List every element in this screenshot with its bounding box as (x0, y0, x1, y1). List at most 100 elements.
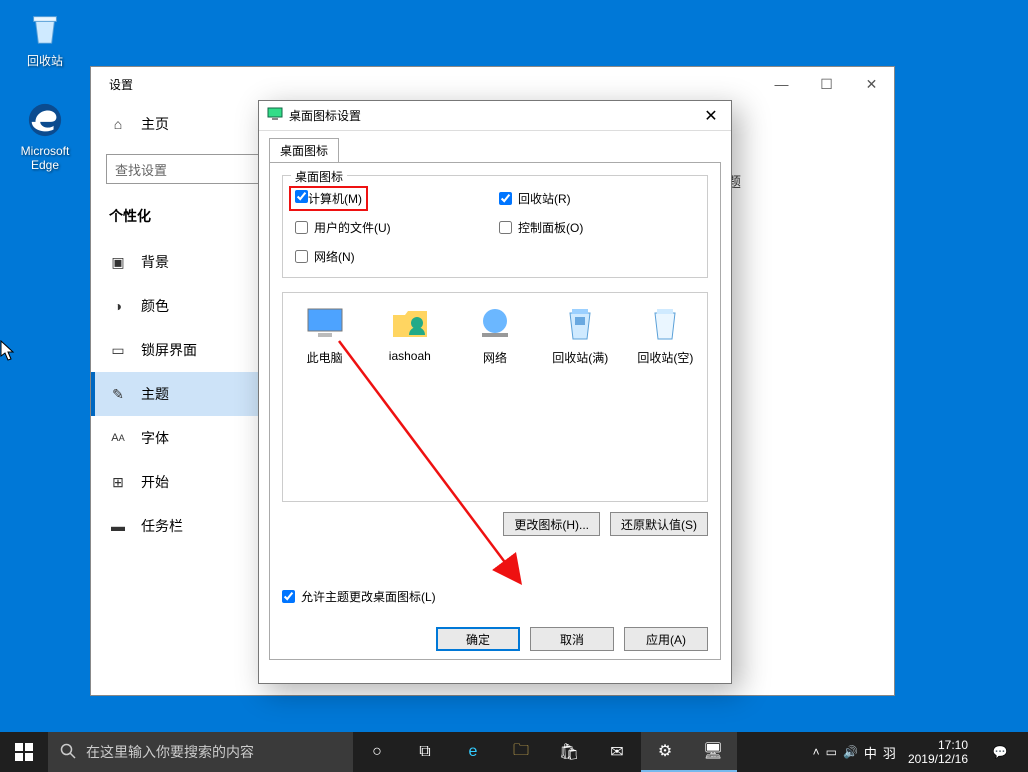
search-icon (60, 743, 76, 762)
sidebar-item-background[interactable]: ▣ 背景 (91, 240, 261, 284)
mouse-cursor (0, 340, 16, 362)
monitor-icon: 🖥 (703, 741, 723, 761)
taskbar-icon: ▬ (109, 517, 127, 535)
tray-chevron-icon[interactable]: ˄ (813, 745, 820, 759)
dialog-title: 桌面图标设置 (289, 107, 361, 124)
desktop-icon-recycle-bin[interactable]: 回收站 (10, 8, 80, 69)
palette-icon: ◑ (109, 297, 127, 315)
checkbox-control-panel[interactable]: 控制面板(O) (499, 219, 695, 236)
tray-notifications[interactable]: 💬 (980, 745, 1020, 759)
settings-sidebar: ⌂ 主页 查找设置 个性化 ▣ 背景 ◑ 颜色 ▭ 锁屏界面 ✎ 主题 (91, 101, 261, 695)
icon-cell-user[interactable]: iashoah (378, 303, 441, 366)
windows-icon (15, 743, 33, 761)
dialog-titlebar[interactable]: 桌面图标设置 ✕ (259, 101, 731, 131)
sidebar-item-label: 颜色 (141, 296, 169, 316)
edge-icon (25, 100, 65, 140)
icon-label: 回收站(满) (552, 351, 608, 365)
dialog-close-button[interactable]: ✕ (691, 102, 731, 130)
tray-ime-2[interactable]: 羽 (883, 743, 896, 762)
system-tray: ˄ ▭ 🔊 中 羽 17:10 2019/12/16 💬 (813, 738, 1028, 767)
sidebar-item-label: 主题 (141, 384, 169, 404)
clock-date: 2019/12/16 (908, 752, 968, 766)
sidebar-item-themes[interactable]: ✎ 主题 (91, 372, 261, 416)
checkbox-user-files[interactable]: 用户的文件(U) (295, 219, 491, 236)
icon-cell-this-pc[interactable]: 此电脑 (293, 303, 356, 366)
desktop-icon-label: 回收站 (10, 52, 80, 69)
sidebar-item-colors[interactable]: ◑ 颜色 (91, 284, 261, 328)
icon-label: 网络 (483, 351, 507, 365)
minimize-button[interactable]: — (759, 67, 804, 101)
gear-icon: ⚙ (658, 741, 672, 761)
taskbar-mail[interactable]: ✉ (593, 732, 641, 772)
edge-icon: e (469, 743, 478, 761)
settings-title: 设置 (109, 76, 133, 93)
tray-clock[interactable]: 17:10 2019/12/16 (902, 738, 974, 767)
font-icon: AA (109, 429, 127, 447)
cortana-icon: ○ (372, 743, 382, 761)
taskview-icon: ⧉ (419, 743, 430, 761)
icon-label: 回收站(空) (637, 351, 693, 365)
taskbar-display-app[interactable]: 🖥 (689, 732, 737, 772)
taskbar-search[interactable]: 在这里输入你要搜索的内容 (48, 732, 353, 772)
taskbar: 在这里输入你要搜索的内容 ○ ⧉ e 🗀 🛍 ✉ ⚙ 🖥 ˄ ▭ 🔊 中 羽 1… (0, 732, 1028, 772)
taskbar-taskview[interactable]: ⧉ (401, 732, 449, 772)
desktop-icons-group: 桌面图标 计算机(M) 回收站(R) 用户的文件(U) 控制面板(O) 网络(N… (282, 175, 708, 278)
sidebar-section-title: 个性化 (91, 202, 261, 240)
settings-titlebar[interactable]: 设置 — ☐ ✕ (91, 67, 894, 101)
checkbox-allow-theme[interactable]: 允许主题更改桌面图标(L) (282, 588, 436, 605)
taskbar-store[interactable]: 🛍 (545, 732, 593, 772)
sidebar-item-fonts[interactable]: AA 字体 (91, 416, 261, 460)
checkbox-network[interactable]: 网络(N) (295, 248, 491, 265)
maximize-button[interactable]: ☐ (804, 67, 849, 101)
sidebar-item-label: 开始 (141, 472, 169, 492)
start-button[interactable] (0, 732, 48, 772)
start-icon: ⊞ (109, 473, 127, 491)
lockscreen-icon: ▭ (109, 341, 127, 359)
sidebar-home[interactable]: ⌂ 主页 (91, 106, 261, 142)
tray-ime-1[interactable]: 中 (864, 743, 877, 762)
cancel-button[interactable]: 取消 (530, 627, 614, 651)
checkbox-recycle-bin[interactable]: 回收站(R) (499, 190, 695, 207)
icon-cell-network[interactable]: 网络 (463, 303, 526, 366)
icon-cell-recycle-full[interactable]: 回收站(满) (549, 303, 612, 366)
apply-button[interactable]: 应用(A) (624, 627, 708, 651)
store-icon: 🛍 (559, 742, 579, 762)
clock-time: 17:10 (908, 738, 968, 752)
recycle-full-icon (560, 303, 600, 343)
sidebar-item-label: 任务栏 (141, 516, 183, 536)
sidebar-item-start[interactable]: ⊞ 开始 (91, 460, 261, 504)
sidebar-item-label: 背景 (141, 252, 169, 272)
network-icon (475, 303, 515, 343)
tray-volume-icon[interactable]: 🔊 (843, 745, 858, 759)
desktop-icon-label: Microsoft Edge (10, 144, 80, 172)
taskbar-settings[interactable]: ⚙ (641, 732, 689, 772)
recycle-empty-icon (645, 303, 685, 343)
sidebar-item-label: 字体 (141, 428, 169, 448)
taskbar-edge[interactable]: e (449, 732, 497, 772)
folder-icon: 🗀 (513, 739, 529, 766)
icon-label: iashoah (389, 349, 431, 363)
search-placeholder: 查找设置 (115, 160, 167, 179)
mail-icon: ✉ (610, 742, 623, 762)
theme-icon: ✎ (109, 385, 127, 403)
sidebar-item-lockscreen[interactable]: ▭ 锁屏界面 (91, 328, 261, 372)
sidebar-item-label: 锁屏界面 (141, 340, 197, 360)
ok-button[interactable]: 确定 (436, 627, 520, 651)
taskbar-cortana[interactable]: ○ (353, 732, 401, 772)
restore-defaults-button[interactable]: 还原默认值(S) (610, 512, 708, 536)
close-button[interactable]: ✕ (849, 67, 894, 101)
search-input[interactable]: 查找设置 (106, 154, 261, 184)
icon-cell-recycle-empty[interactable]: 回收站(空) (634, 303, 697, 366)
recycle-bin-icon (25, 8, 65, 48)
taskbar-explorer[interactable]: 🗀 (497, 732, 545, 772)
desktop-icon-edge[interactable]: Microsoft Edge (10, 100, 80, 172)
tray-network-icon[interactable]: ▭ (826, 745, 837, 759)
this-pc-icon (305, 303, 345, 343)
desktop-icon-settings-dialog: 桌面图标设置 ✕ 桌面图标 桌面图标 计算机(M) 回收站(R) 用户的文件(U… (258, 100, 732, 684)
sidebar-home-label: 主页 (141, 114, 169, 134)
sidebar-item-taskbar[interactable]: ▬ 任务栏 (91, 504, 261, 548)
tab-desktop-icons[interactable]: 桌面图标 (269, 138, 339, 163)
change-icon-button[interactable]: 更改图标(H)... (503, 512, 600, 536)
icon-preview-list[interactable]: 此电脑 iashoah 网络 回收站(满) 回收站(空) (282, 292, 708, 502)
checkbox-computer[interactable]: 计算机(M) (295, 190, 491, 207)
